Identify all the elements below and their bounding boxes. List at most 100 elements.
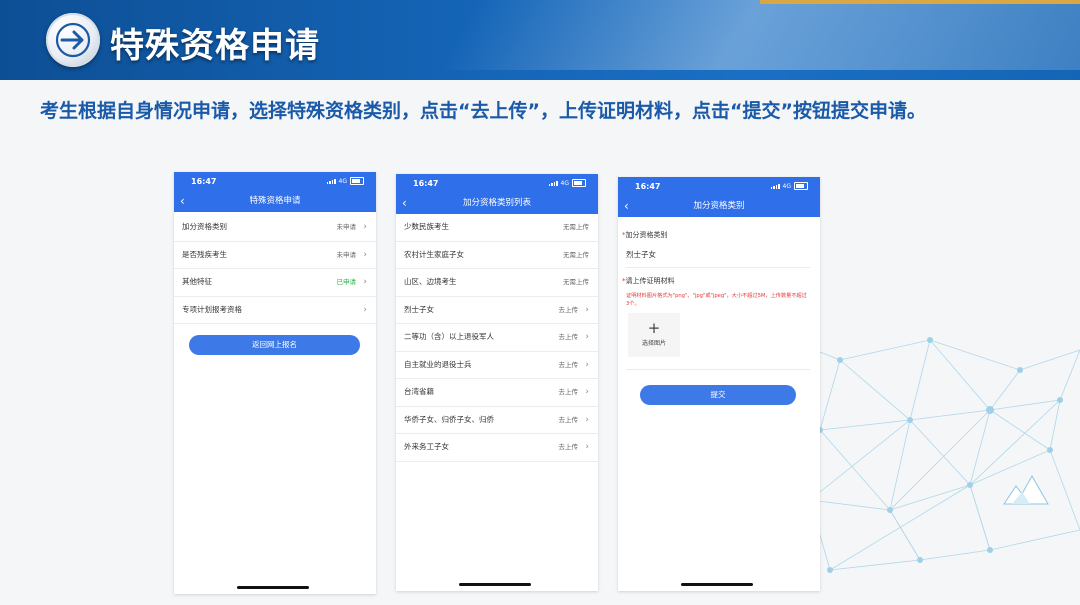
status-icons: 4G bbox=[548, 179, 586, 187]
field-value[interactable]: 烈士子女 bbox=[626, 249, 656, 260]
divider bbox=[626, 267, 810, 268]
return-registration-button[interactable]: 返回网上报名 bbox=[189, 335, 360, 355]
home-indicator bbox=[681, 583, 753, 586]
status-time: 16:47 bbox=[413, 179, 439, 188]
list-item[interactable]: 加分资格类别 未申请 › bbox=[174, 214, 376, 242]
chevron-right-icon: › bbox=[585, 359, 589, 370]
upload-label: *请上传证明材料 bbox=[622, 276, 675, 286]
upload-label-text: 请上传证明材料 bbox=[625, 277, 675, 285]
list-item[interactable]: 其他特征 已申请 › bbox=[174, 269, 376, 297]
battery-icon bbox=[350, 177, 364, 185]
chevron-right-icon: › bbox=[585, 442, 589, 452]
status-bar: 16:47 4G bbox=[174, 172, 376, 190]
list-item-status: 无需上传 bbox=[563, 250, 589, 259]
chevron-right-icon: › bbox=[585, 414, 589, 425]
chevron-right-icon: › bbox=[585, 387, 589, 397]
instruction-text: 考生根据自身情况申请，选择特殊资格类别，点击“去上传”，上传证明材料，点击“提交… bbox=[40, 100, 926, 122]
list-item-label: 华侨子女、归侨子女、归侨 bbox=[404, 414, 494, 424]
mountain-logo-icon bbox=[1003, 474, 1049, 505]
list-item-label: 外来务工子女 bbox=[404, 442, 449, 451]
list-item-label: 是否残疾考生 bbox=[182, 249, 227, 259]
select-image-label: 选择图片 bbox=[641, 340, 666, 347]
status-time: 16:47 bbox=[191, 177, 217, 186]
arrow-right-icon bbox=[46, 13, 100, 67]
back-chevron-icon[interactable]: ‹ bbox=[402, 192, 407, 214]
status-time: 16:47 bbox=[635, 182, 661, 191]
status-icons: 4G bbox=[326, 177, 364, 185]
back-chevron-icon[interactable]: ‹ bbox=[180, 190, 185, 212]
go-upload-link[interactable]: 去上传 bbox=[559, 297, 579, 324]
list-item-label: 少数民族考生 bbox=[404, 222, 449, 231]
battery-icon bbox=[572, 179, 586, 187]
upload-hint: 证明材料图片格式为"png"、"jpg"或"jpeg"，大小不超过5M，上传数量… bbox=[626, 293, 807, 307]
list-item-label: 山区、边境考生 bbox=[404, 277, 457, 286]
list-item-status: 已申请 bbox=[336, 278, 357, 286]
list-item[interactable]: 山区、边境考生 无需上传 bbox=[396, 269, 598, 297]
chevron-right-icon: › bbox=[363, 249, 367, 260]
home-indicator bbox=[459, 583, 531, 586]
status-bar: 16:47 4G bbox=[396, 174, 598, 192]
status-icons: 4G bbox=[770, 182, 808, 190]
go-upload-link[interactable]: 去上传 bbox=[559, 434, 579, 461]
nav-title: 加分资格类别 bbox=[693, 201, 745, 211]
phone-screen-upload-form: 16:47 4G ‹ 加分资格类别 *加分资格类别 烈士子女 *请上传证明材料 … bbox=[618, 177, 820, 591]
go-upload-link[interactable]: 去上传 bbox=[559, 379, 579, 406]
list-item-label: 台湾省籍 bbox=[404, 387, 434, 396]
signal-icon bbox=[770, 183, 780, 189]
home-indicator bbox=[237, 586, 309, 589]
list-item-status: 无需上传 bbox=[563, 278, 589, 286]
banner-gold-stripe bbox=[760, 0, 1080, 4]
phone-screen-category-list: 16:47 4G ‹ 加分资格类别列表 少数民族考生 无需上传 农村计生家庭子女无… bbox=[396, 174, 598, 591]
chevron-right-icon: › bbox=[363, 277, 367, 287]
list-item-label: 二等功（含）以上退役军人 bbox=[404, 332, 494, 341]
status-bar: 16:47 4G bbox=[618, 177, 820, 195]
list-item[interactable]: 台湾省籍 去上传 › bbox=[396, 379, 598, 407]
list-item[interactable]: 外来务工子女 去上传 › bbox=[396, 434, 598, 462]
go-upload-link[interactable]: 去上传 bbox=[559, 407, 579, 434]
list-item-status: 无需上传 bbox=[563, 223, 589, 231]
list-item-label: 农村计生家庭子女 bbox=[404, 249, 464, 259]
chevron-right-icon: › bbox=[363, 222, 367, 232]
field-label-text: 加分资格类别 bbox=[625, 231, 668, 239]
nav-title: 加分资格类别列表 bbox=[462, 198, 531, 208]
network-type: 4G bbox=[560, 179, 569, 187]
nav-bar: ‹ 特殊资格申请 bbox=[174, 190, 376, 212]
page-title: 特殊资格申请 bbox=[110, 26, 320, 66]
battery-icon bbox=[794, 182, 808, 190]
list-item-label: 加分资格类别 bbox=[182, 222, 227, 231]
chevron-right-icon: › bbox=[585, 332, 589, 342]
network-type: 4G bbox=[782, 182, 791, 190]
nav-bar: ‹ 加分资格类别 bbox=[618, 195, 820, 217]
phone-screen-special-qualification: 16:47 4G ‹ 特殊资格申请 加分资格类别 未申请 › 是否残疾考生 未申… bbox=[174, 172, 376, 594]
list-item-label: 其他特征 bbox=[182, 277, 212, 286]
go-upload-link[interactable]: 去上传 bbox=[559, 352, 579, 379]
list-item-label: 专项计划报考资格 bbox=[182, 304, 242, 314]
list-item[interactable]: 农村计生家庭子女 无需上传 bbox=[396, 242, 598, 269]
list-item[interactable]: 烈士子女 去上传 › bbox=[396, 297, 598, 324]
signal-icon bbox=[326, 178, 336, 184]
list-item-label: 自主就业的退役士兵 bbox=[404, 359, 472, 369]
list-item[interactable]: 华侨子女、归侨子女、归侨 去上传 › bbox=[396, 407, 598, 434]
network-type: 4G bbox=[338, 177, 347, 185]
list-item-label: 烈士子女 bbox=[404, 304, 434, 314]
nav-bar: ‹ 加分资格类别列表 bbox=[396, 192, 598, 214]
list-item[interactable]: 是否残疾考生 未申请 › bbox=[174, 242, 376, 269]
list-item[interactable]: 少数民族考生 无需上传 bbox=[396, 214, 598, 242]
list-item-status: 未申请 bbox=[336, 250, 357, 259]
chevron-right-icon: › bbox=[585, 304, 589, 315]
list-item[interactable]: 二等功（含）以上退役军人 去上传 › bbox=[396, 324, 598, 352]
field-label: *加分资格类别 bbox=[622, 230, 668, 240]
divider bbox=[626, 369, 810, 370]
banner-sheen bbox=[438, 0, 1080, 70]
back-chevron-icon[interactable]: ‹ bbox=[624, 195, 629, 217]
list-item-status: 未申请 bbox=[336, 223, 357, 231]
nav-title: 特殊资格申请 bbox=[249, 196, 301, 206]
select-image-button[interactable]: + 选择图片 bbox=[628, 313, 680, 357]
list-item[interactable]: 专项计划报考资格 › bbox=[174, 297, 376, 324]
submit-button[interactable]: 提交 bbox=[640, 385, 796, 405]
go-upload-link[interactable]: 去上传 bbox=[559, 324, 579, 351]
plus-icon: + bbox=[647, 319, 661, 337]
signal-icon bbox=[548, 180, 558, 186]
list-item[interactable]: 自主就业的退役士兵 去上传 › bbox=[396, 352, 598, 379]
header-banner: 特殊资格申请 bbox=[0, 0, 1080, 80]
